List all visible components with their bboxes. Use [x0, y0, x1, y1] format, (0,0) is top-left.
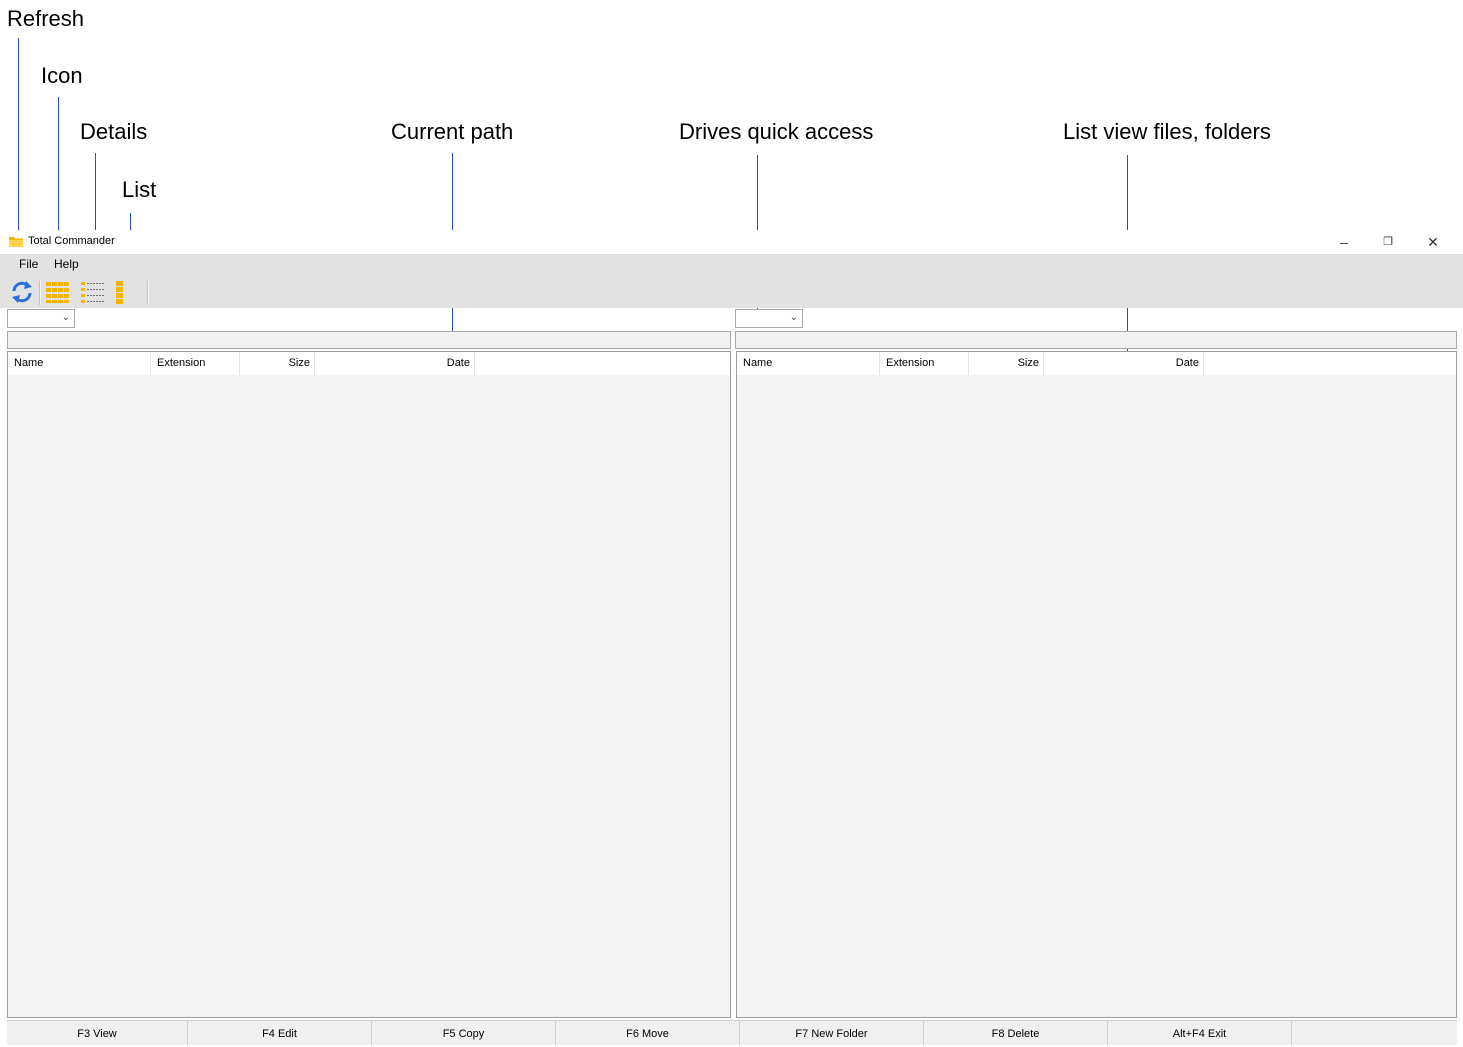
left-column-name[interactable]: Name [8, 352, 151, 375]
toolbar-separator [148, 281, 149, 305]
annotation-current-path: Current path [391, 119, 514, 144]
refresh-icon[interactable] [9, 279, 35, 305]
annotation-icon: Icon [41, 63, 83, 88]
right-path-field[interactable] [735, 331, 1457, 349]
chevron-down-icon: ⌄ [789, 312, 798, 323]
window-title: Total Commander [28, 235, 115, 247]
left-column-filler [475, 352, 730, 375]
alt-f4-exit-button[interactable]: Alt+F4 Exit [1108, 1021, 1292, 1045]
f5-copy-button[interactable]: F5 Copy [372, 1021, 556, 1045]
right-file-list[interactable]: Name Extension Size Date [736, 351, 1457, 1018]
f3-view-button[interactable]: F3 View [7, 1021, 188, 1045]
folder-icon [9, 237, 23, 247]
right-column-size[interactable]: Size [969, 352, 1044, 375]
chevron-down-icon: ⌄ [61, 312, 70, 323]
list-view-icon[interactable] [112, 279, 138, 305]
left-file-list[interactable]: Name Extension Size Date [7, 351, 731, 1018]
right-drive-select[interactable]: ⌄ [735, 309, 803, 328]
title-bar [0, 230, 1463, 254]
toolbar-separator [40, 281, 41, 305]
f4-edit-button[interactable]: F4 Edit [188, 1021, 372, 1045]
right-column-extension[interactable]: Extension [880, 352, 969, 375]
annotation-refresh: Refresh [7, 6, 85, 31]
menu-bar [0, 254, 1463, 274]
toolbar [0, 274, 1463, 308]
menu-file[interactable]: File [19, 257, 38, 271]
left-path-field[interactable] [7, 331, 731, 349]
function-key-bar: F3 View F4 Edit F5 Copy F6 Move F7 New F… [7, 1020, 1457, 1045]
right-column-date[interactable]: Date [1044, 352, 1204, 375]
annotation-list: List [122, 177, 157, 202]
right-column-name[interactable]: Name [737, 352, 880, 375]
annotation-list-view: List view files, folders [1063, 119, 1271, 144]
icon-view-icon[interactable] [45, 279, 71, 305]
f7-new-folder-button[interactable]: F7 New Folder [740, 1021, 924, 1045]
maximize-button[interactable]: ❐ [1373, 233, 1403, 251]
minimize-button[interactable]: – [1329, 233, 1359, 251]
menu-help[interactable]: Help [54, 257, 79, 271]
f8-delete-button[interactable]: F8 Delete [924, 1021, 1108, 1045]
details-view-icon[interactable] [80, 279, 106, 305]
close-button[interactable]: ✕ [1418, 233, 1448, 251]
right-column-filler [1204, 352, 1456, 375]
left-drive-select[interactable]: ⌄ [7, 309, 75, 328]
annotation-details: Details [80, 119, 148, 144]
annotation-drives: Drives quick access [679, 119, 874, 144]
left-column-size[interactable]: Size [240, 352, 315, 375]
f6-move-button[interactable]: F6 Move [556, 1021, 740, 1045]
left-column-extension[interactable]: Extension [151, 352, 240, 375]
left-column-date[interactable]: Date [315, 352, 475, 375]
